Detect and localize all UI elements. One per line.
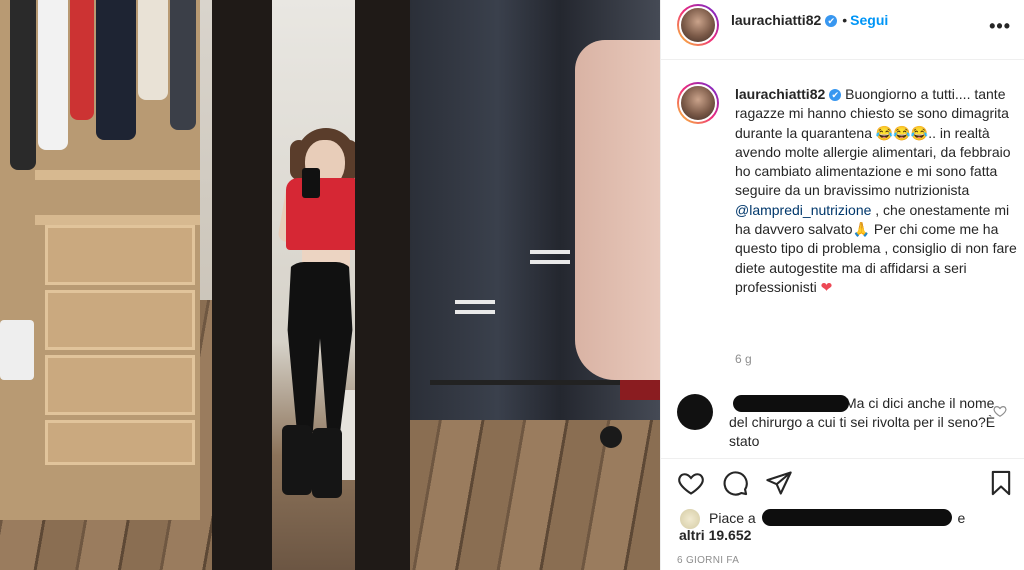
more-options-icon[interactable]: •••	[989, 16, 1011, 37]
verified-badge-icon: ✔	[825, 15, 838, 27]
likes-prefix: Piace a	[709, 510, 756, 526]
photo-closet	[0, 0, 200, 520]
like-heart-icon[interactable]	[677, 469, 705, 497]
post-date[interactable]: 6 GIORNI FA	[677, 555, 739, 566]
header-username[interactable]: laurachiatti82	[731, 12, 821, 28]
post-sidebar: laurachiatti82 ✔ • Segui ••• laurachiatti82…	[660, 0, 1024, 570]
post-photo[interactable]	[0, 0, 660, 570]
caption-text: laurachiatti82 ✔ Buongiorno a tutti.... t…	[735, 85, 1017, 297]
likes-line: Piace a e	[709, 509, 965, 526]
mention-link[interactable]: @lampredi_nutrizione	[735, 202, 871, 218]
likes-suffix: e	[957, 510, 966, 526]
photo-mirror-frame-right	[355, 0, 410, 570]
save-bookmark-icon[interactable]	[987, 469, 1015, 497]
laugh-emoji-icons: 😂😂😂	[875, 124, 929, 141]
comment-like-heart-icon[interactable]	[993, 404, 1007, 418]
share-paper-plane-icon[interactable]	[765, 469, 793, 497]
author-avatar[interactable]	[677, 4, 719, 46]
comment-item: Ma ci dici anche il nome del chirurgo a …	[677, 394, 1017, 454]
photo-mirror-frame-left	[212, 0, 272, 570]
photo-person-red-top	[286, 178, 364, 250]
photo-phone	[302, 168, 320, 198]
action-bar	[661, 458, 1024, 514]
photo-pink-coat	[575, 40, 660, 380]
post-header: laurachiatti82 ✔ • Segui •••	[661, 0, 1024, 60]
caption-avatar[interactable]	[677, 82, 719, 124]
caption-verified-badge-icon: ✔	[829, 89, 842, 101]
follow-button[interactable]: Segui	[850, 12, 888, 28]
caption-time-ago[interactable]: 6 g	[735, 352, 752, 366]
comment-bubble-icon[interactable]	[721, 469, 749, 497]
liker-name-redacted[interactable]	[761, 509, 952, 526]
likes-count-link[interactable]: altri 19.652	[679, 527, 751, 543]
header-separator: •	[842, 12, 848, 28]
redaction-bar	[733, 395, 849, 412]
photo-rack-bar	[430, 380, 630, 385]
caption-username[interactable]: laurachiatti82	[735, 86, 825, 102]
commenter-avatar[interactable]	[677, 394, 713, 430]
header-user-line: laurachiatti82 ✔ • Segui	[731, 12, 888, 30]
red-heart-emoji-icon: ❤	[820, 278, 833, 295]
pray-emoji-icon: 🙏	[852, 221, 870, 238]
